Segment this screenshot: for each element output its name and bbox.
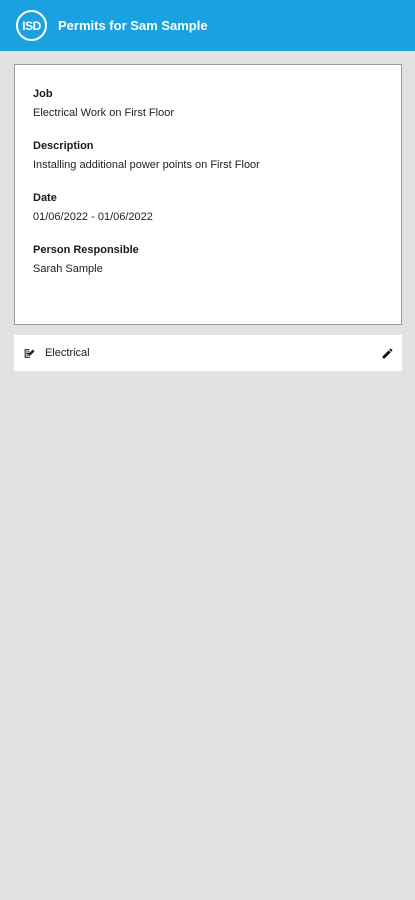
job-value: Electrical Work on First Floor <box>33 107 174 119</box>
permit-label: Electrical <box>45 347 90 359</box>
person-responsible-value: Sarah Sample <box>33 263 103 275</box>
isd-logo: ISD <box>16 10 47 41</box>
description-label: Description <box>33 140 94 152</box>
description-value: Installing additional power points on Fi… <box>33 159 260 171</box>
job-field: Job Electrical Work on First Floor <box>33 87 401 120</box>
date-label: Date <box>33 192 57 204</box>
pencil-edit-icon[interactable] <box>380 346 394 360</box>
app-bar: ISD Permits for Sam Sample <box>0 0 415 51</box>
permit-row-electrical[interactable]: Electrical <box>14 335 402 371</box>
description-field: Description Installing additional power … <box>33 139 401 172</box>
permit-document-edit-icon <box>22 346 36 360</box>
permit-details-card: Job Electrical Work on First Floor Descr… <box>14 64 402 325</box>
date-field: Date 01/06/2022 - 01/06/2022 <box>33 191 401 224</box>
person-responsible-field: Person Responsible Sarah Sample <box>33 243 401 276</box>
job-label: Job <box>33 88 53 100</box>
date-value: 01/06/2022 - 01/06/2022 <box>33 211 153 223</box>
person-responsible-label: Person Responsible <box>33 244 139 256</box>
page-title: Permits for Sam Sample <box>58 18 208 33</box>
